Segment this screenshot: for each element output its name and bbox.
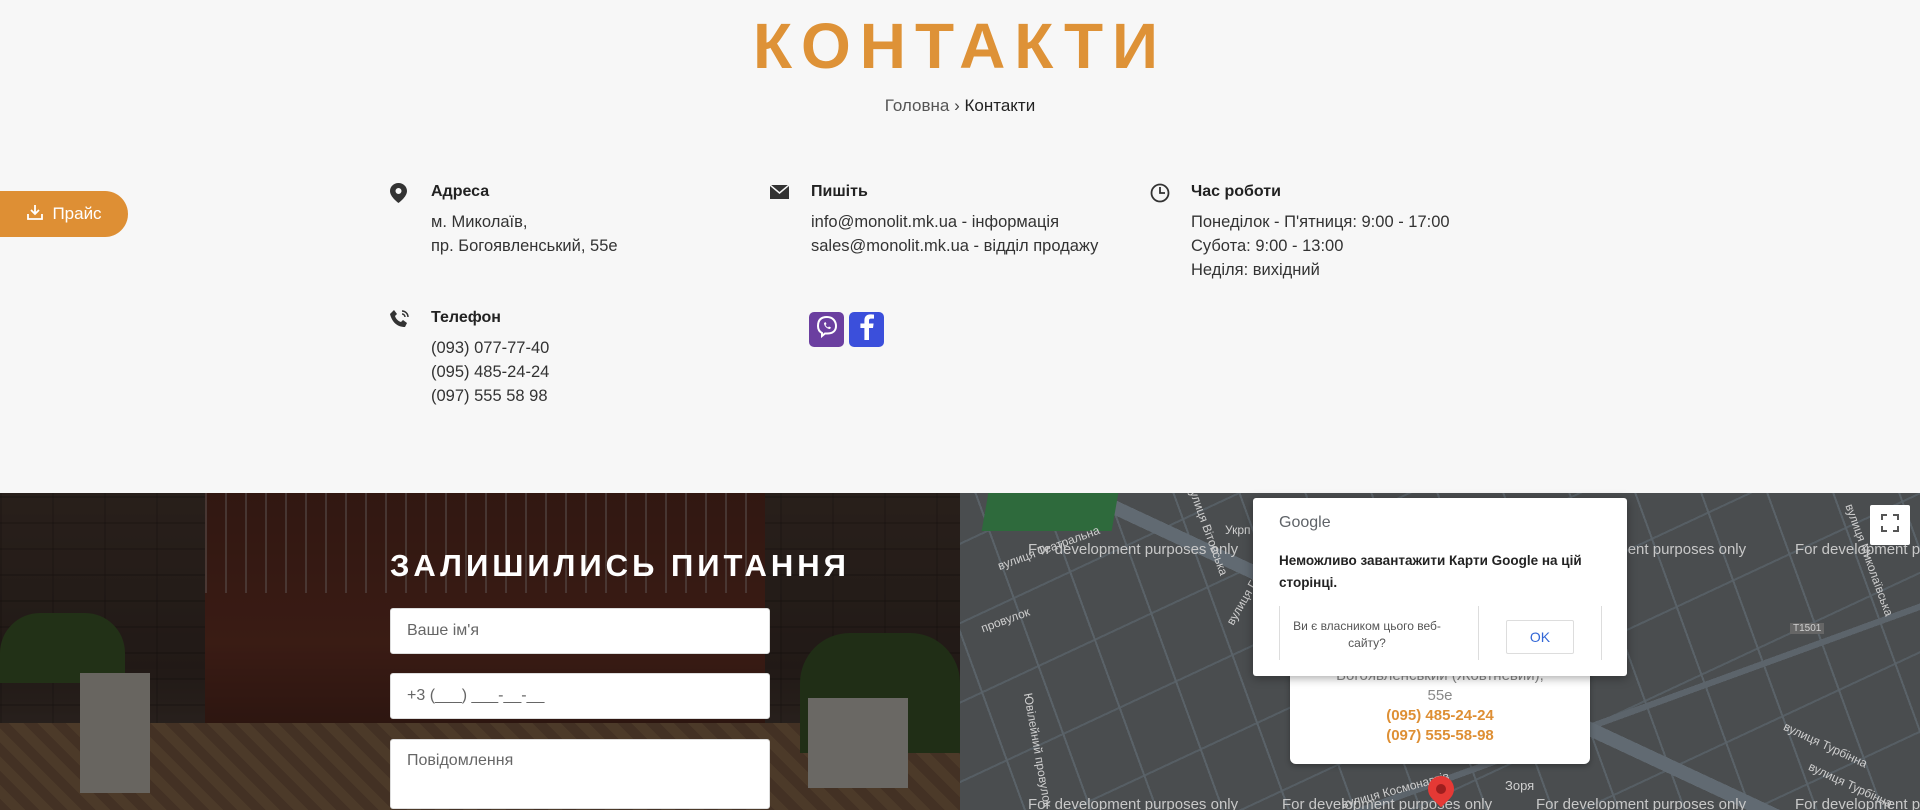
info-window-phone[interactable]: (095) 485-24-24 (1290, 706, 1590, 726)
price-button-label: Прайс (52, 204, 102, 223)
message-input[interactable] (390, 739, 770, 809)
phone-input[interactable] (390, 673, 770, 719)
dev-watermark: For development purposes only (1028, 541, 1239, 558)
breadcrumb: Головна › Контакти (0, 96, 1920, 116)
street-label: Укрп (1225, 523, 1251, 537)
viber-icon (815, 315, 839, 344)
hours-line: Неділя: вихідний (1191, 261, 1320, 279)
name-input[interactable] (390, 608, 770, 654)
info-window-address: 55е (1427, 687, 1453, 704)
facebook-button[interactable] (849, 312, 884, 347)
clock-icon (1150, 183, 1170, 203)
social-links (809, 312, 884, 347)
facebook-icon (859, 314, 874, 345)
fullscreen-icon (1881, 513, 1899, 537)
phone-link[interactable]: (095) 485-24-24 (431, 360, 549, 384)
google-logo: Google (1279, 514, 1331, 531)
hours-title: Час роботи (1191, 183, 1281, 200)
phone-link[interactable]: (093) 077-77-40 (431, 336, 549, 360)
dialog-message: Неможливо завантажити Карти Google на ці… (1279, 553, 1582, 590)
dialog-question[interactable]: Ви є власником цього веб-сайту? (1283, 618, 1451, 652)
address-line: м. Миколаїв, (431, 213, 528, 231)
dialog-divider (1601, 606, 1602, 660)
road-badge: T1501 (1790, 623, 1825, 634)
email-info-link[interactable]: info@monolit.mk.ua - інформація (811, 210, 1098, 234)
location-pin-icon (390, 183, 410, 203)
dev-watermark: For development purposes only (1795, 796, 1920, 810)
viber-button[interactable] (809, 312, 844, 347)
breadcrumb-home-link[interactable]: Головна (885, 96, 950, 115)
download-icon (26, 203, 44, 226)
feedback-panel: ЗАЛИШИЛИСЬ ПИТАННЯ (0, 493, 960, 810)
email-sales-link[interactable]: sales@monolit.mk.ua - відділ продажу (811, 234, 1098, 258)
breadcrumb-separator: › (949, 96, 965, 115)
write-title: Пишіть (811, 183, 868, 200)
dialog-divider (1478, 606, 1479, 660)
google-maps-error-dialog: Google Неможливо завантажити Карти Googl… (1253, 498, 1627, 676)
hours-line: Субота: 9:00 - 13:00 (1191, 237, 1344, 255)
breadcrumb-current: Контакти (964, 96, 1036, 115)
hours-line: Понеділок - П'ятниця: 9:00 - 17:00 (1191, 213, 1450, 231)
page-title: КОНТАКТИ (752, 10, 1168, 82)
phone-title: Телефон (431, 309, 501, 326)
dev-watermark: For development purposes only (1282, 796, 1493, 810)
phone-link[interactable]: (097) 555 58 98 (431, 384, 549, 408)
address-title: Адреса (431, 183, 490, 200)
dialog-divider (1279, 606, 1280, 660)
envelope-icon (769, 184, 790, 205)
form-title: ЗАЛИШИЛИСЬ ПИТАННЯ (390, 548, 850, 583)
dev-watermark: For development purposes only (1028, 796, 1239, 810)
dev-watermark: For development purposes only (1536, 796, 1747, 810)
info-window-phone[interactable]: (097) 555-58-98 (1290, 726, 1590, 746)
phone-icon (390, 309, 410, 329)
dialog-ok-button[interactable]: OK (1506, 620, 1574, 654)
map-fullscreen-button[interactable] (1870, 505, 1910, 545)
contacts-section: КОНТАКТИ Головна › Контакти Адреса м. Ми… (0, 0, 1920, 493)
address-line: пр. Богоявленський, 55е (431, 237, 618, 255)
poi-label: Зоря (1505, 778, 1535, 793)
price-button[interactable]: Прайс (0, 191, 128, 237)
bottom-section: ЗАЛИШИЛИСЬ ПИТАННЯ вулиця Театральна вул… (0, 493, 1920, 810)
